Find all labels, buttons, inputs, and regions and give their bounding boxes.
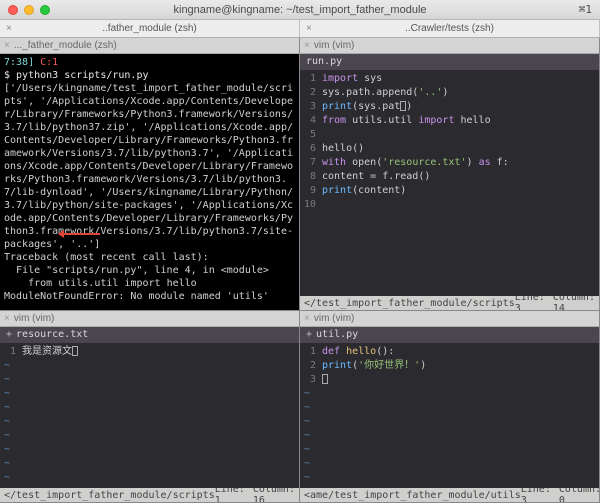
status-path: </test_import_father_module/scripts — [4, 490, 215, 501]
close-pane-icon[interactable]: × — [304, 40, 310, 51]
close-pane-icon[interactable]: × — [4, 313, 10, 324]
pane-util: × vim (vim) + util.py 1def hello(): 2 pr… — [300, 311, 600, 503]
pane-tab[interactable]: × vim (vim) — [300, 311, 599, 327]
prompt-path: C:1 — [40, 57, 58, 68]
editor-file-tab[interactable]: run.py — [300, 54, 599, 70]
editor-status-bar: <ame/test_import_father_module/utils Lin… — [300, 488, 599, 502]
close-pane-icon[interactable]: × — [4, 40, 10, 51]
editor-file-tab[interactable]: + util.py — [300, 327, 599, 343]
window-shortcut: ⌘1 — [579, 3, 592, 16]
prompt-time: 7:38] — [4, 57, 34, 68]
pane-runpy: × vim (vim) run.py 1import sys 2sys.path… — [300, 38, 600, 311]
close-pane-icon[interactable]: × — [304, 313, 310, 324]
pane-tab-label: vim (vim) — [314, 40, 355, 51]
code-area[interactable]: 1def hello(): 2 print('你好世界！') 3 ~ ~ ~ ~… — [300, 343, 599, 487]
file-name: util.py — [316, 328, 358, 342]
maximize-icon[interactable] — [40, 5, 50, 15]
window-tab-right[interactable]: × ..Crawler/tests (zsh) — [300, 20, 600, 37]
cursor-icon — [322, 374, 328, 384]
editor-status-bar: </test_import_father_module/scripts Line… — [300, 296, 599, 310]
code-area[interactable]: 1我是资源文 ~ ~ ~ ~ ~ ~ ~ ~ ~ — [0, 343, 299, 487]
traceback-line: Traceback (most recent call last): — [4, 252, 209, 263]
tab-label: ..father_module (zsh) — [102, 23, 197, 34]
pane-resource: × vim (vim) + resource.txt 1我是资源文 ~ ~ ~ … — [0, 311, 300, 503]
annotation-arrow-icon — [60, 233, 100, 235]
editor-body[interactable]: + util.py 1def hello(): 2 print('你好世界！')… — [300, 327, 599, 488]
pane-tab-label: vim (vim) — [314, 313, 355, 324]
terminal-body[interactable]: 7:38] C:1 $ python3 scripts/run.py ['/Us… — [0, 54, 299, 310]
terminal-cmd: $ python3 scripts/run.py — [4, 70, 149, 81]
cursor-icon — [72, 346, 78, 356]
file-name: run.py — [306, 55, 342, 69]
pane-tab-label: vim (vim) — [14, 313, 55, 324]
pane-tab[interactable]: × vim (vim) — [0, 311, 299, 327]
file-name: resource.txt — [16, 328, 88, 342]
window-title: kingname@kingname: ~/test_import_father_… — [0, 4, 600, 16]
close-tab-icon[interactable]: × — [6, 23, 12, 34]
window-titlebar: kingname@kingname: ~/test_import_father_… — [0, 0, 600, 20]
tab-label: ..Crawler/tests (zsh) — [405, 23, 494, 34]
window-tab-left[interactable]: × ..father_module (zsh) — [0, 20, 300, 37]
pane-tab[interactable]: × ..._father_module (zsh) — [0, 38, 299, 54]
window-tab-row: × ..father_module (zsh) × ..Crawler/test… — [0, 20, 600, 38]
traceback-error: ModuleNotFoundError: No module named 'ut… — [4, 291, 269, 302]
pane-tab[interactable]: × vim (vim) — [300, 38, 599, 54]
editor-body[interactable]: + resource.txt 1我是资源文 ~ ~ ~ ~ ~ ~ ~ ~ ~ — [0, 327, 299, 488]
traceback-line: File "scripts/run.py", line 4, in <modul… — [4, 265, 269, 276]
terminal-output: ['/Users/kingname/test_import_father_mod… — [4, 83, 293, 250]
code-area[interactable]: 1import sys 2sys.path.append('..') 3prin… — [300, 70, 599, 214]
status-path: <ame/test_import_father_module/utils — [304, 490, 521, 501]
editor-file-tab[interactable]: + resource.txt — [0, 327, 299, 343]
status-path: </test_import_father_module/scripts — [304, 298, 515, 309]
editor-status-bar: </test_import_father_module/scripts Line… — [0, 488, 299, 502]
traffic-lights — [8, 5, 50, 15]
modified-icon: + — [6, 328, 12, 342]
pane-terminal: × ..._father_module (zsh) 7:38] C:1 $ py… — [0, 38, 300, 311]
modified-icon: + — [306, 328, 312, 342]
editor-body[interactable]: run.py 1import sys 2sys.path.append('..'… — [300, 54, 599, 296]
pane-grid: × ..._father_module (zsh) 7:38] C:1 $ py… — [0, 38, 600, 503]
close-tab-icon[interactable]: × — [306, 23, 312, 34]
traceback-line: from utils.util import hello — [4, 278, 197, 289]
minimize-icon[interactable] — [24, 5, 34, 15]
close-icon[interactable] — [8, 5, 18, 15]
pane-tab-label: ..._father_module (zsh) — [14, 40, 117, 51]
